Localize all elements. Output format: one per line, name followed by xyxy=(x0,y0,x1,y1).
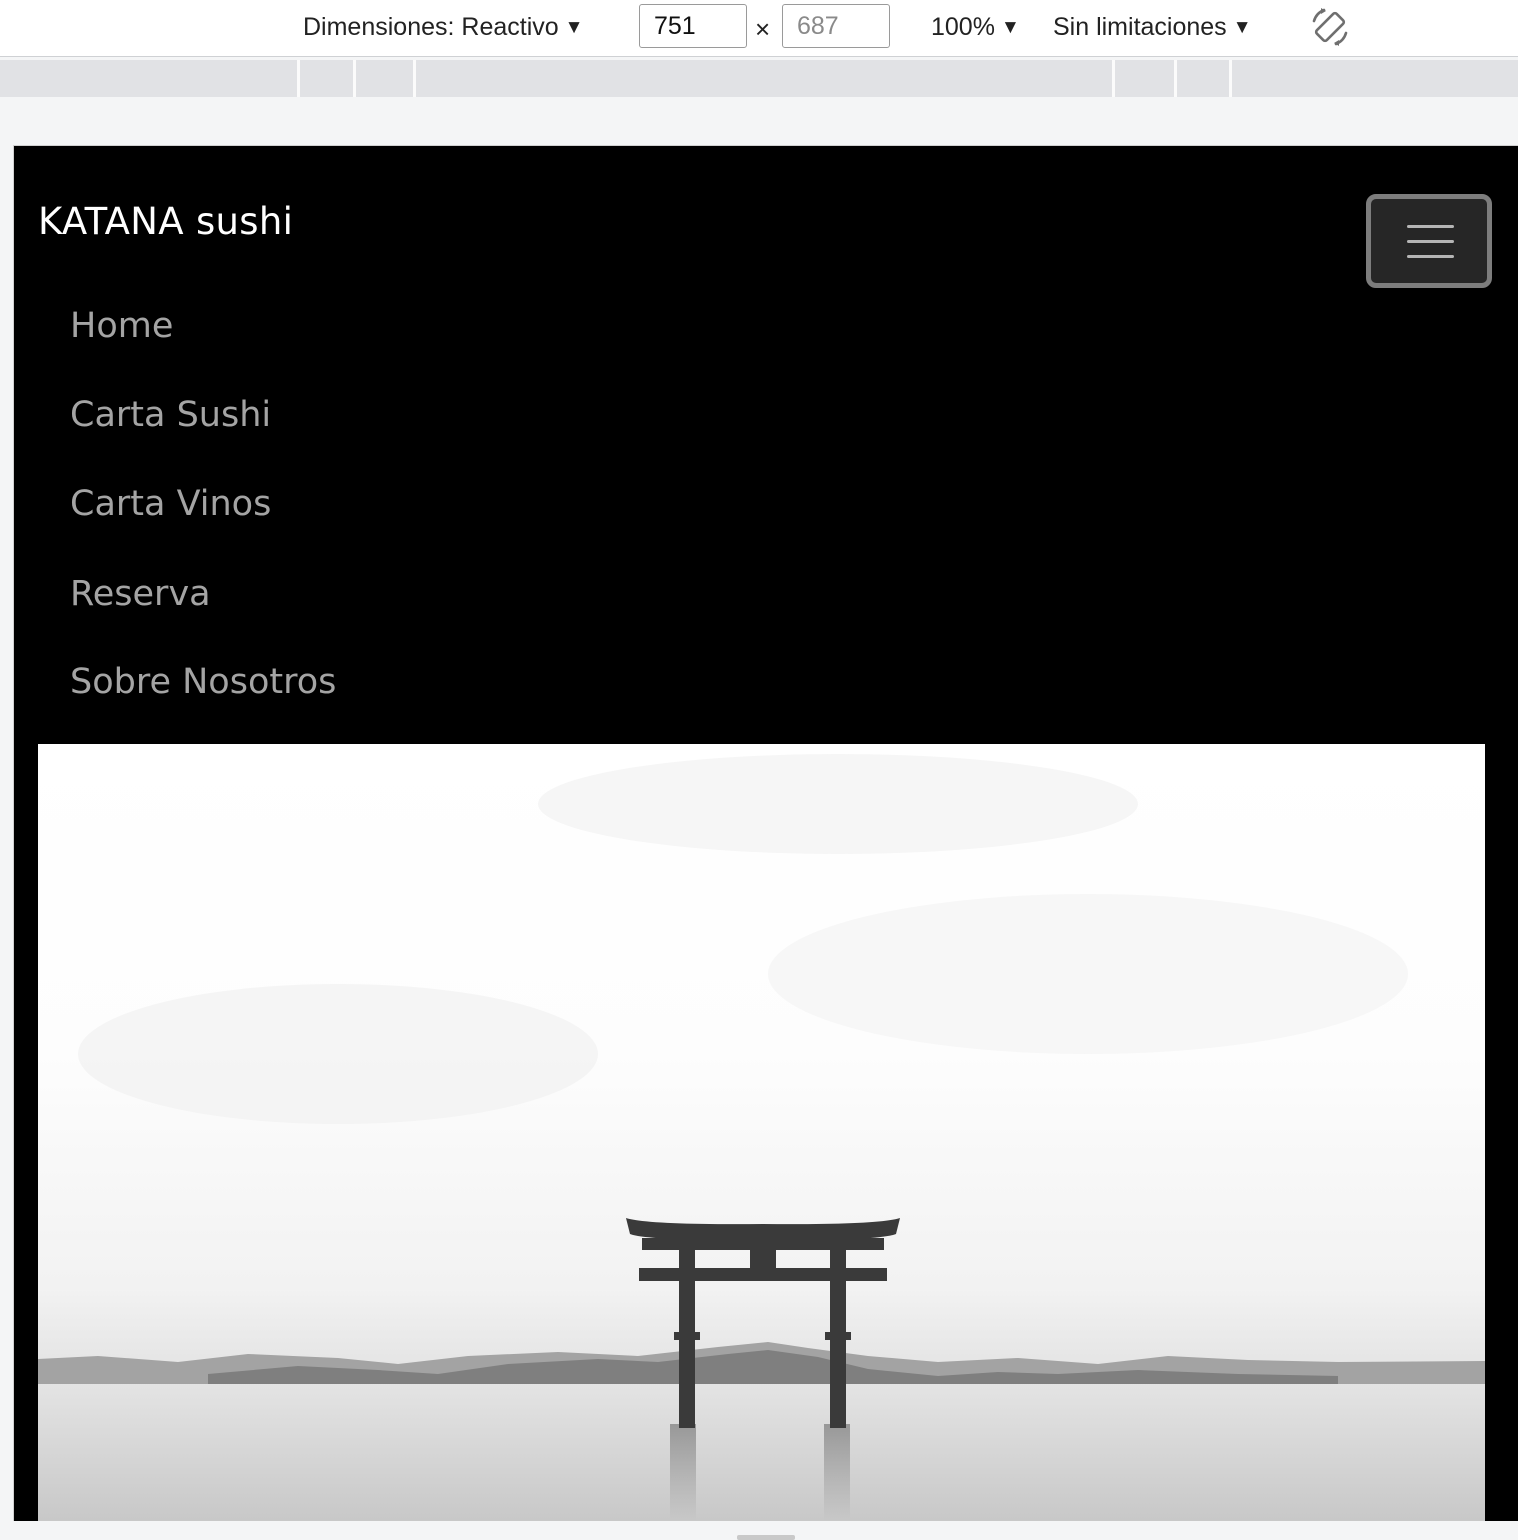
throttling-label: Sin limitaciones xyxy=(1053,13,1227,41)
chevron-down-icon: ▼ xyxy=(1232,17,1252,38)
zoom-dropdown[interactable]: 100% ▼ xyxy=(931,12,1020,45)
responsive-toolbar: Dimensiones: Reactivo▼ × 100%▼ Sin limit… xyxy=(0,0,1518,57)
zoom-label: 100% xyxy=(931,13,995,41)
nav-link-home[interactable]: Home xyxy=(70,304,610,348)
media-query-divider xyxy=(1229,60,1232,97)
dimensions-dropdown[interactable]: Dimensiones: Reactivo ▼ xyxy=(303,12,583,45)
navbar-brand[interactable]: KATANA sushi xyxy=(38,200,293,243)
width-input[interactable] xyxy=(639,4,747,48)
media-query-divider xyxy=(1112,60,1115,97)
viewport-resize-handle[interactable] xyxy=(737,1535,795,1540)
nav-link-reserva[interactable]: Reserva xyxy=(70,572,610,616)
navbar-toggler-button[interactable] xyxy=(1366,194,1492,288)
nav-link-sobre-nosotros[interactable]: Sobre Nosotros xyxy=(70,660,610,704)
times-symbol: × xyxy=(755,14,771,44)
chevron-down-icon: ▼ xyxy=(1000,17,1020,38)
nav-link-carta-vinos[interactable]: Carta Vinos xyxy=(70,482,610,526)
media-query-bar[interactable] xyxy=(0,60,1518,97)
chevron-down-icon: ▼ xyxy=(564,17,584,38)
media-query-divider xyxy=(1174,60,1177,97)
height-input[interactable] xyxy=(782,4,890,48)
rotate-device-icon[interactable] xyxy=(1308,5,1352,49)
media-query-divider xyxy=(297,60,300,97)
media-query-divider xyxy=(353,60,356,97)
dimensions-label: Dimensiones: Reactivo xyxy=(303,13,559,41)
nav-link-carta-sushi[interactable]: Carta Sushi xyxy=(70,393,610,437)
torii-gate-photo xyxy=(38,754,1485,1521)
throttling-dropdown[interactable]: Sin limitaciones ▼ xyxy=(1053,12,1252,45)
hero-image xyxy=(38,744,1485,1521)
page-viewport: KATANA sushi Home Carta Sushi Carta Vino… xyxy=(13,145,1518,1521)
media-query-divider xyxy=(413,60,416,97)
